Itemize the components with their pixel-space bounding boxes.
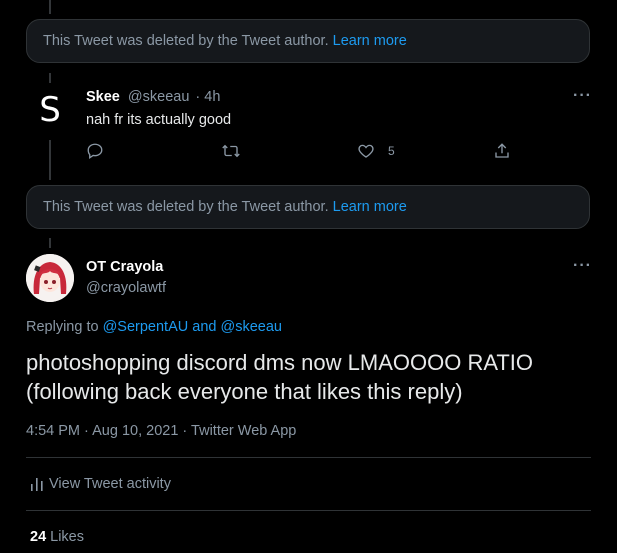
reply-tweet-header: Skee @skeeau · 4h: [86, 89, 220, 105]
like-count: 5: [388, 144, 395, 158]
learn-more-link[interactable]: Learn more: [333, 33, 407, 49]
retweet-button[interactable]: [221, 142, 241, 160]
view-tweet-activity-label: View Tweet activity: [49, 476, 171, 492]
deleted-notice-text: This Tweet was deleted by the Tweet auth…: [43, 33, 329, 49]
likes-label: Likes: [50, 529, 84, 545]
reply-button[interactable]: [86, 142, 104, 160]
tweet-timestamp: 4:54 PM · Aug 10, 2021 · Twitter Web App: [26, 423, 296, 439]
main-text-line-2: (following back everyone that likes this…: [26, 379, 463, 404]
thread-line-top: [49, 0, 51, 14]
likes-number: 24: [30, 529, 47, 545]
reply-tweet-text: nah fr its actually good: [86, 112, 232, 128]
share-icon: [495, 143, 509, 158]
main-author-handle[interactable]: @crayolawtf: [86, 280, 166, 296]
mention-skeeau[interactable]: @skeeau: [221, 319, 282, 335]
thread-line-1: [49, 73, 51, 83]
analytics-icon: [31, 478, 43, 491]
view-tweet-activity-button[interactable]: View Tweet activity: [30, 476, 171, 492]
deleted-tweet-notice: This Tweet was deleted by the Tweet auth…: [26, 185, 590, 229]
anime-avatar-icon: [26, 254, 74, 302]
thread-line-2: [49, 140, 51, 180]
main-tweet-text: photoshopping discord dms now LMAOOOO RA…: [26, 348, 596, 406]
avatar[interactable]: [26, 254, 74, 302]
more-icon: ···: [573, 257, 592, 274]
deleted-notice-text: This Tweet was deleted by the Tweet auth…: [43, 199, 329, 215]
timestamp-sep: ·: [84, 423, 89, 439]
divider: [26, 510, 591, 511]
learn-more-link[interactable]: Learn more: [333, 199, 407, 215]
retweet-icon: [222, 144, 240, 158]
skee-logo-icon: S: [39, 90, 61, 130]
reply-author-name[interactable]: Skee: [86, 89, 120, 105]
more-icon: ···: [573, 87, 592, 104]
reply-author-handle[interactable]: @skeeau: [128, 89, 189, 105]
mention-and: and: [192, 319, 217, 335]
main-more-button[interactable]: ···: [573, 257, 592, 275]
timestamp-sep: ·: [182, 423, 188, 439]
main-text-line-1: photoshopping discord dms now LMAOOOO RA…: [26, 350, 534, 375]
replying-prefix: Replying to: [26, 319, 99, 335]
tweet-date[interactable]: Aug 10, 2021: [92, 423, 178, 439]
comment-icon: [87, 143, 103, 160]
thread-line-3: [49, 238, 51, 248]
divider: [26, 457, 591, 458]
likes-count-link[interactable]: 24 Likes: [30, 529, 84, 545]
tweet-client[interactable]: Twitter Web App: [191, 423, 296, 439]
main-author-name[interactable]: OT Crayola: [86, 259, 163, 275]
tweet-time[interactable]: 4:54 PM: [26, 423, 80, 439]
reply-more-button[interactable]: ···: [573, 87, 592, 105]
mention-serpentau[interactable]: @SerpentAU: [103, 319, 189, 335]
like-button[interactable]: 5: [357, 142, 395, 160]
deleted-tweet-notice: This Tweet was deleted by the Tweet auth…: [26, 19, 590, 63]
avatar[interactable]: S: [30, 90, 70, 130]
reply-time[interactable]: · 4h: [195, 89, 220, 105]
heart-icon: [358, 144, 374, 158]
replying-to: Replying to @SerpentAU and @skeeau: [26, 319, 282, 335]
share-button[interactable]: [493, 142, 511, 160]
